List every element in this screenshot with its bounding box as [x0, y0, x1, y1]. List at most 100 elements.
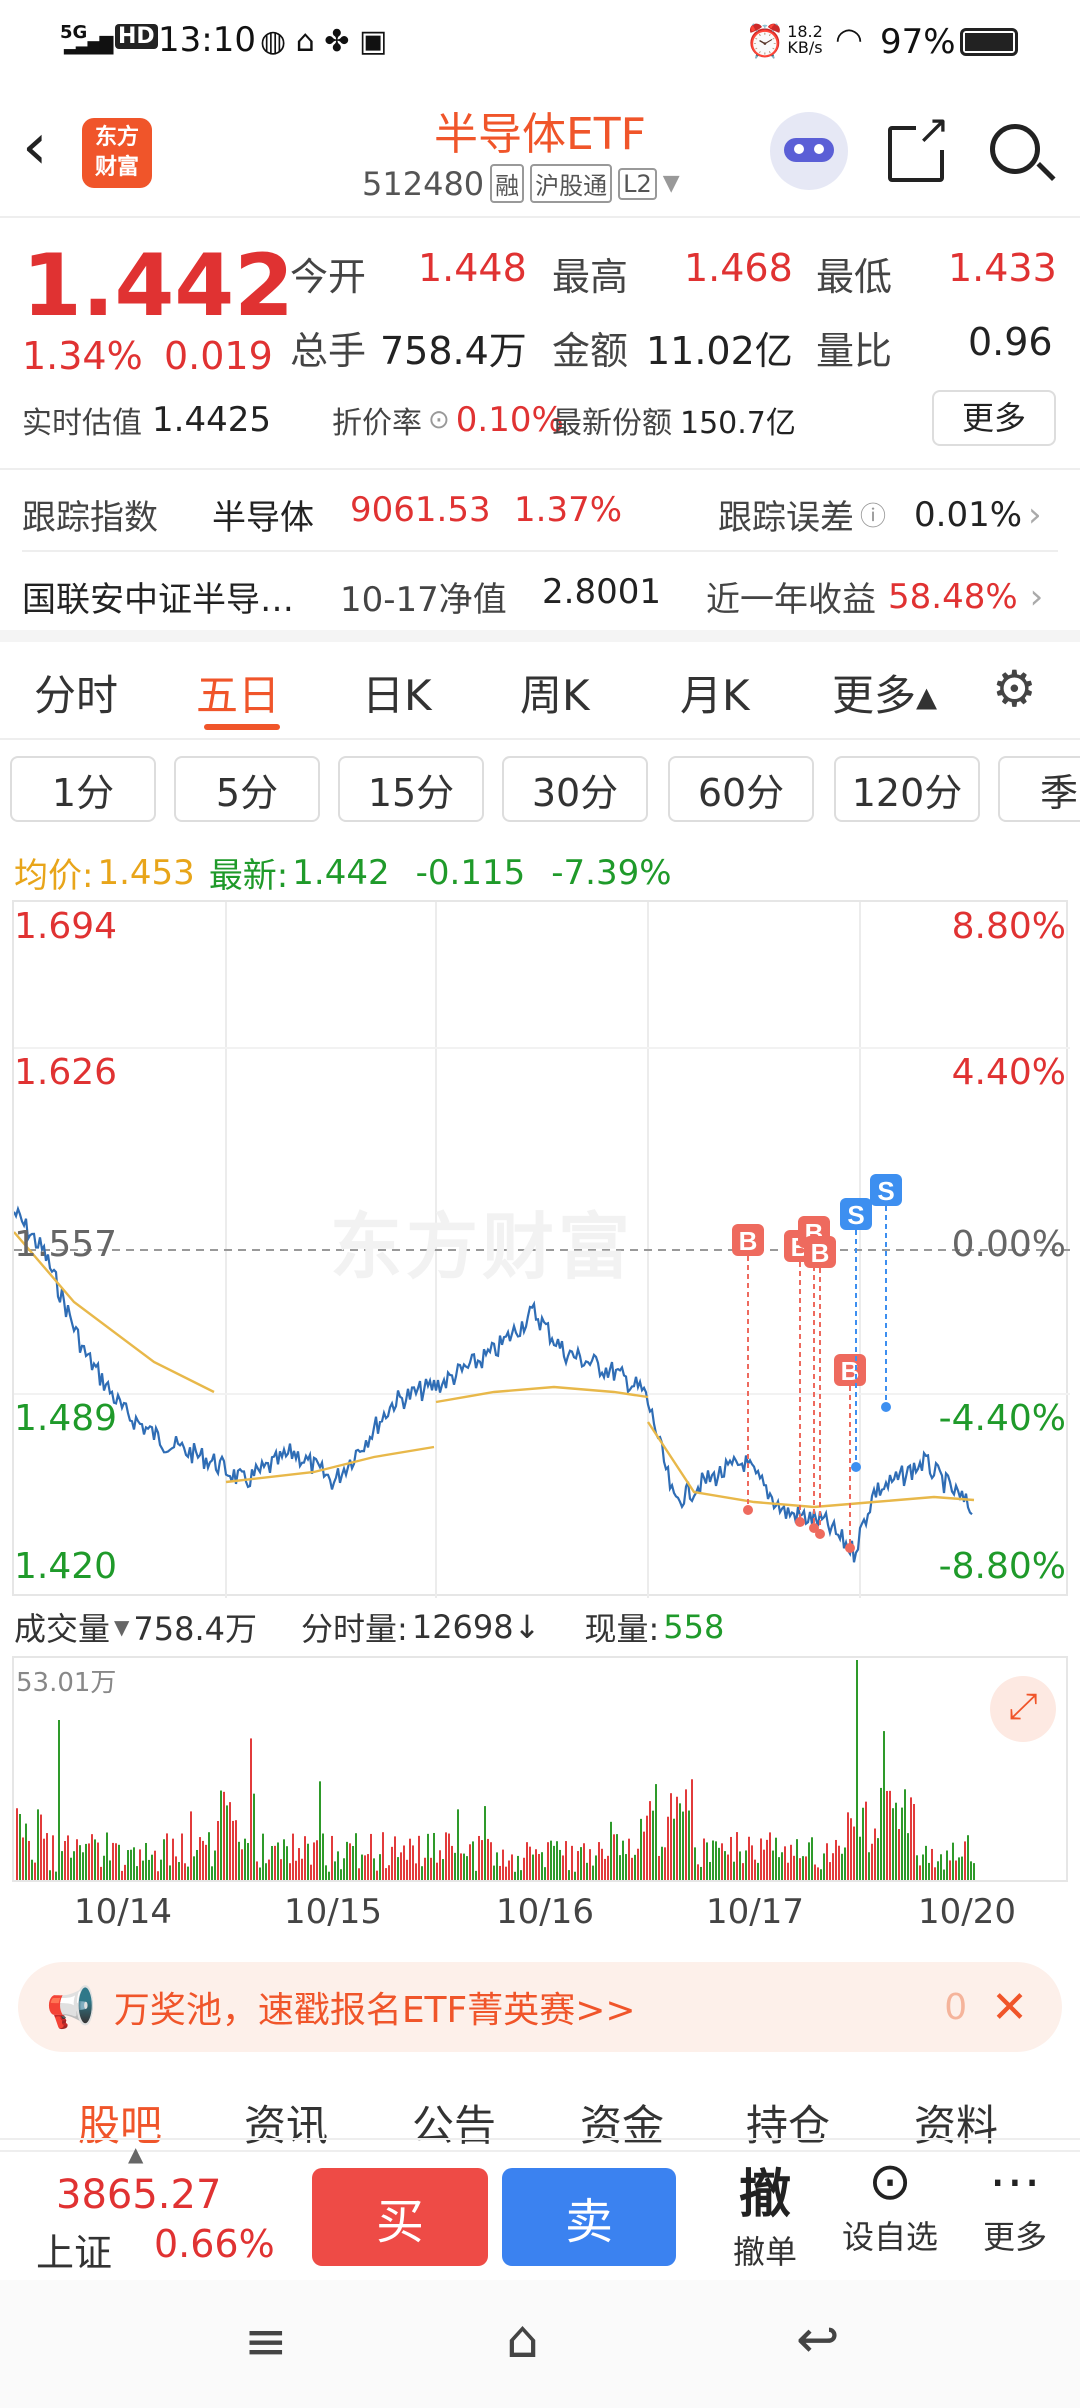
volume-chart[interactable]: 53.01万 ⤢: [12, 1656, 1068, 1882]
volume-bar: [376, 1870, 378, 1880]
fund-name[interactable]: 国联安中证半导…: [22, 572, 294, 621]
volume-bar: [763, 1849, 765, 1880]
tab-daily-k[interactable]: 日K: [362, 662, 432, 723]
volume-bar: [736, 1832, 738, 1880]
volume-bar: [610, 1821, 612, 1880]
promo-banner[interactable]: 📢 万奖池，速戳报名ETF菁英赛>> 0 ✕: [18, 1962, 1062, 2052]
volume-bar: [967, 1835, 969, 1880]
subtab-holdings[interactable]: 持仓: [746, 2092, 830, 2153]
volume-bar: [124, 1864, 126, 1880]
volume-bar: [469, 1844, 471, 1880]
tab-monthly-k[interactable]: 月K: [680, 662, 750, 723]
volume-selector[interactable]: 成交量: [14, 1604, 110, 1650]
volume-bar: [244, 1838, 246, 1880]
volume-bar: [334, 1861, 336, 1880]
period-season[interactable]: 季: [998, 756, 1080, 822]
volume-bar: [517, 1855, 519, 1880]
subtab-announcements[interactable]: 公告: [412, 2092, 496, 2153]
more-menu-button[interactable]: ⋯ 更多: [960, 2152, 1070, 2258]
volume-bar: [442, 1859, 444, 1880]
volume-bar: [403, 1845, 405, 1880]
net-speed: 18.2 KB/s: [787, 22, 823, 57]
volume-bar: [697, 1864, 699, 1880]
search-icon[interactable]: [990, 124, 1056, 182]
volume-bar: [628, 1838, 630, 1880]
volume-bar: [58, 1720, 60, 1880]
volume-bar: [193, 1856, 195, 1880]
volume-bar: [688, 1810, 690, 1880]
volume-bar: [253, 1793, 255, 1880]
volume-bar: [838, 1845, 840, 1880]
tab-five-day[interactable]: 五日: [196, 662, 280, 723]
assistant-avatar[interactable]: [770, 112, 848, 190]
add-watchlist-button[interactable]: ⊙ 设自选: [830, 2152, 950, 2258]
est-label: 实时估值: [22, 406, 142, 441]
volume-bar: [931, 1848, 933, 1880]
volume-bar: [16, 1808, 18, 1880]
volume-bar: [64, 1840, 66, 1880]
volume-bar: [682, 1811, 684, 1880]
volume-bar: [169, 1865, 171, 1880]
subtab-funds[interactable]: 资金: [580, 2092, 664, 2153]
period-120min[interactable]: 120分: [834, 756, 980, 822]
volume-bar: [127, 1850, 129, 1880]
period-5min[interactable]: 5分: [174, 756, 320, 822]
volume-bar: [796, 1839, 798, 1880]
security-code-row[interactable]: 512480 融 沪股通 L2 ▼: [362, 164, 680, 203]
avg-line: [225, 1445, 435, 1484]
subtab-forum[interactable]: 股吧: [78, 2092, 162, 2153]
volume-bar: [322, 1833, 324, 1880]
menu-icon[interactable]: ≡: [244, 2312, 288, 2372]
x-label-4: 10/20: [918, 1892, 1016, 1932]
period-1min[interactable]: 1分: [10, 756, 156, 822]
period-30min[interactable]: 30分: [502, 756, 648, 822]
return-row[interactable]: 近一年收益 58.48% ›: [706, 572, 1043, 621]
volume-bar: [433, 1832, 435, 1880]
volume-bar: [568, 1870, 570, 1880]
volume-bar: [202, 1840, 204, 1880]
volume-bar: [91, 1834, 93, 1880]
volume-bar: [886, 1790, 888, 1880]
volume-bar: [385, 1868, 387, 1880]
period-60min[interactable]: 60分: [668, 756, 814, 822]
gear-icon[interactable]: ⚙: [992, 660, 1037, 718]
volume-bar: [283, 1839, 285, 1880]
volume-bar: [604, 1858, 606, 1880]
expand-icon[interactable]: ⤢: [990, 1676, 1056, 1742]
expand-up-icon[interactable]: ▲: [128, 2142, 143, 2166]
info-icon[interactable]: ⊙: [428, 405, 450, 435]
volume-bar: [151, 1854, 153, 1880]
volume-bar: [235, 1820, 237, 1880]
subtab-news[interactable]: 资讯: [244, 2092, 328, 2153]
more-quote-button[interactable]: 更多: [932, 390, 1056, 446]
volume-bar: [766, 1839, 768, 1880]
volume-bar: [472, 1841, 474, 1880]
volume-bar: [61, 1851, 63, 1880]
volume-bar: [742, 1863, 744, 1880]
cancel-order-button[interactable]: 撤 撤单: [710, 2152, 820, 2273]
price-change: 0.019: [164, 334, 273, 378]
volume-bar: [640, 1818, 642, 1880]
back-nav-icon[interactable]: ↩: [796, 2310, 840, 2370]
home-icon[interactable]: ⌂: [506, 2310, 539, 2370]
close-icon[interactable]: ✕: [991, 1982, 1028, 2033]
share-icon[interactable]: ↗: [888, 110, 950, 182]
tab-weekly-k[interactable]: 周K: [520, 662, 590, 723]
subtab-profile[interactable]: 资料: [914, 2092, 998, 2153]
volume-bar: [892, 1808, 894, 1880]
buy-button[interactable]: 买: [312, 2168, 488, 2266]
period-15min[interactable]: 15分: [338, 756, 484, 822]
tab-intraday[interactable]: 分时: [34, 662, 118, 723]
battery-icon: [960, 28, 1018, 56]
volume-bar: [361, 1854, 363, 1880]
volume-bar: [370, 1833, 372, 1880]
tracking-index[interactable]: 半导体: [212, 490, 314, 539]
sell-button[interactable]: 卖: [502, 2168, 676, 2266]
tab-more[interactable]: 更多▴: [832, 662, 937, 723]
volume-bar: [718, 1847, 720, 1880]
tracking-error-row[interactable]: 跟踪误差 ⓘ 0.01% ›: [718, 490, 1042, 539]
volume-bar: [868, 1852, 870, 1880]
watchlist-icon: ⊙: [868, 2152, 912, 2212]
volume-bar: [625, 1854, 627, 1880]
vol-ratio-value: 0.96: [968, 320, 1053, 364]
